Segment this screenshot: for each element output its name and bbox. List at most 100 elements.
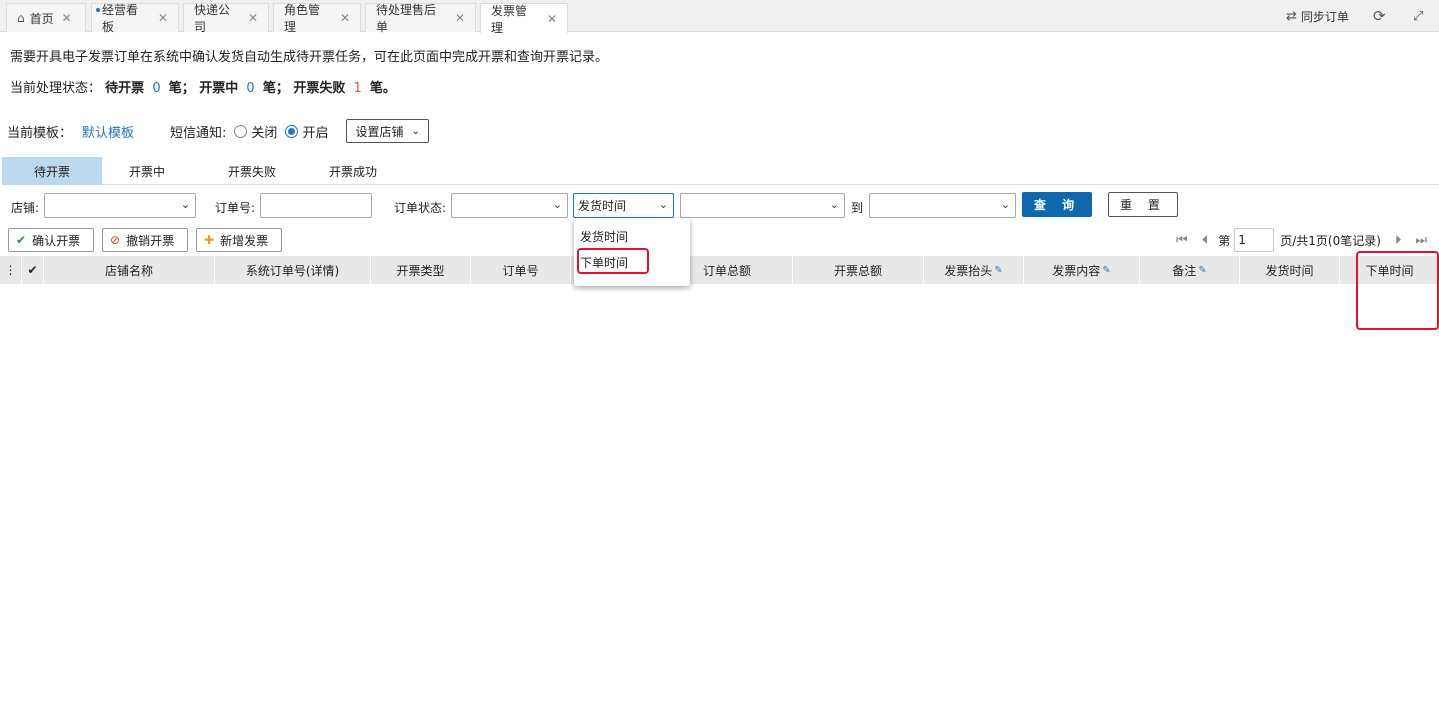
unread-dot	[96, 8, 100, 12]
chevron-down-icon: ⌄	[552, 198, 562, 211]
col-ship-time[interactable]: 发货时间	[1240, 256, 1340, 284]
edit-icon: ✎	[1102, 264, 1111, 276]
tab-success[interactable]: 开票成功	[303, 157, 403, 185]
first-page-icon[interactable]: ⏮	[1176, 233, 1188, 248]
status-tabs: 待开票 开票中 开票失败 开票成功	[2, 157, 1439, 185]
col-invoice-title[interactable]: 发票抬头 ✎	[924, 256, 1024, 284]
table-header: ⋮ ✔ 店铺名称 系统订单号(详情) 开票类型 订单号 订单总额 开票总额 发票…	[0, 256, 1439, 284]
tab-bar: ⌂ 首页 ✕ 经营看板 ✕ 快递公司 ✕ 角色管理 ✕ 待处理售后单 ✕ 发票管…	[0, 0, 1439, 35]
order-status-label: 订单状态:	[394, 201, 447, 215]
set-shop-button[interactable]: 设置店铺 ⌄	[346, 119, 429, 143]
column-menu-icon[interactable]: ⋮	[0, 256, 22, 284]
tab-home[interactable]: ⌂ 首页 ✕	[6, 3, 86, 32]
close-icon[interactable]: ✕	[547, 12, 557, 26]
template-link[interactable]: 默认模板	[82, 122, 134, 141]
pending-label: 待开票	[105, 81, 145, 96]
col-invoice-total[interactable]: 开票总额	[793, 256, 924, 284]
close-icon[interactable]: ✕	[158, 11, 168, 25]
sms-off-radio[interactable]: 关闭	[234, 122, 277, 141]
chevron-down-icon: ⌄	[658, 198, 668, 211]
set-shop-label: 设置店铺	[355, 124, 404, 139]
home-icon: ⌂	[17, 11, 25, 25]
template-row: 当前模板： 默认模板 短信通知: 关闭 开启 设置店铺 ⌄	[7, 117, 429, 145]
time-type-dropdown: 发货时间 下单时间	[574, 218, 690, 286]
tab-roles[interactable]: 角色管理 ✕	[273, 3, 361, 34]
option-ship-time[interactable]: 发货时间	[580, 228, 628, 245]
intro-text: 需要开具电子发票订单在系统中确认发货自动生成待开票任务，可在此页面中完成开票和查…	[10, 50, 609, 65]
order-no-input[interactable]	[260, 193, 372, 218]
close-icon[interactable]: ✕	[340, 11, 350, 25]
col-system-order-no[interactable]: 系统订单号(详情)	[215, 256, 371, 284]
status-line: 当前处理状态： 待开票 0 笔； 开票中 0 笔； 开票失败 1 笔。	[10, 77, 396, 96]
pending-count: 0	[152, 81, 161, 96]
refresh-icon: ⟳	[1373, 7, 1386, 25]
col-shop-name[interactable]: 店铺名称	[44, 256, 215, 284]
tab-label: 待处理售后单	[376, 3, 437, 34]
time-type-value: 发货时间	[578, 199, 627, 213]
close-icon[interactable]: ✕	[62, 11, 72, 25]
query-button[interactable]: 查 询	[1022, 192, 1092, 217]
sync-orders-button[interactable]: ⇄ 同步订单	[1286, 0, 1349, 32]
time-type-select[interactable]: 发货时间 ⌄	[573, 193, 674, 218]
tab-after-sales[interactable]: 待处理售后单 ✕	[365, 3, 476, 34]
chevron-down-icon: ⌄	[829, 198, 839, 211]
shop-label: 店铺:	[11, 201, 40, 215]
edit-icon: ✎	[1198, 264, 1207, 276]
tab-express[interactable]: 快递公司 ✕	[183, 3, 269, 34]
prev-page-icon[interactable]: ⏴	[1202, 233, 1209, 248]
radio-on-icon	[285, 124, 299, 138]
fullscreen-icon: ⤢	[1413, 8, 1424, 24]
add-invoice-button[interactable]: ✚ 新增发票	[196, 228, 282, 252]
confirm-invoice-button[interactable]: ✔ 确认开票	[8, 228, 94, 252]
tab-in-progress[interactable]: 开票中	[97, 157, 197, 185]
failed-count: 1	[353, 81, 362, 96]
to-label: 到	[851, 201, 864, 215]
last-page-icon[interactable]: ⏭	[1415, 233, 1427, 248]
page-input[interactable]: 1	[1234, 228, 1275, 252]
select-all-checkbox[interactable]: ✔	[22, 256, 44, 284]
in-progress-count: 0	[246, 81, 255, 96]
plus-icon: ✚	[204, 233, 215, 247]
col-invoice-content[interactable]: 发票内容 ✎	[1024, 256, 1140, 284]
next-page-icon[interactable]: ⏵	[1395, 233, 1402, 248]
tab-label: 经营看板	[102, 3, 139, 34]
cancel-invoice-button[interactable]: ⊘ 撤销开票	[102, 228, 188, 252]
edit-icon: ✎	[994, 264, 1003, 276]
close-icon[interactable]: ✕	[248, 11, 258, 25]
check-icon: ✔	[16, 233, 27, 247]
radio-off-icon	[234, 124, 248, 138]
chevron-down-icon: ⌄	[180, 198, 190, 211]
refresh-button[interactable]: ⟳	[1373, 0, 1386, 32]
close-icon[interactable]: ✕	[455, 11, 465, 25]
fullscreen-button[interactable]: ⤢	[1413, 0, 1423, 32]
order-status-select[interactable]: ⌄	[451, 193, 568, 218]
confirm-label: 确认开票	[32, 233, 81, 248]
failed-label: 笔； 开票失败	[262, 81, 346, 96]
end-time-select[interactable]: ⌄	[869, 193, 1016, 218]
sms-on-radio[interactable]: 开启	[285, 122, 328, 141]
start-time-select[interactable]: ⌄	[680, 193, 845, 218]
col-label: 备注	[1172, 263, 1197, 278]
order-no-label: 订单号:	[215, 201, 256, 215]
in-progress-label: 笔； 开票中	[168, 81, 239, 96]
chevron-down-icon: ⌄	[411, 125, 420, 137]
tab-label: 快递公司	[194, 3, 231, 34]
tab-dashboard[interactable]: 经营看板 ✕	[91, 3, 179, 34]
reset-button[interactable]: 重 置	[1108, 192, 1178, 217]
col-remark[interactable]: 备注 ✎	[1140, 256, 1240, 284]
shop-select[interactable]: ⌄	[44, 193, 196, 218]
sms-off-label: 关闭	[251, 125, 278, 141]
col-label: 发票内容	[1052, 263, 1101, 278]
tab-failed[interactable]: 开票失败	[202, 157, 302, 185]
sms-label: 短信通知:	[170, 125, 227, 141]
tab-invoice[interactable]: 发票管理 ✕	[480, 3, 568, 35]
col-label: 发票抬头	[944, 263, 993, 278]
tab-pending[interactable]: 待开票	[2, 157, 102, 185]
col-invoice-type[interactable]: 开票类型	[371, 256, 471, 284]
col-order-no[interactable]: 订单号	[471, 256, 571, 284]
add-label: 新增发票	[220, 233, 269, 248]
column-highlight-box	[1356, 251, 1439, 330]
sync-label: 同步订单	[1300, 9, 1349, 24]
page-suffix: 页/共1页(0笔记录)	[1280, 233, 1381, 248]
sync-icon: ⇄	[1286, 8, 1297, 24]
